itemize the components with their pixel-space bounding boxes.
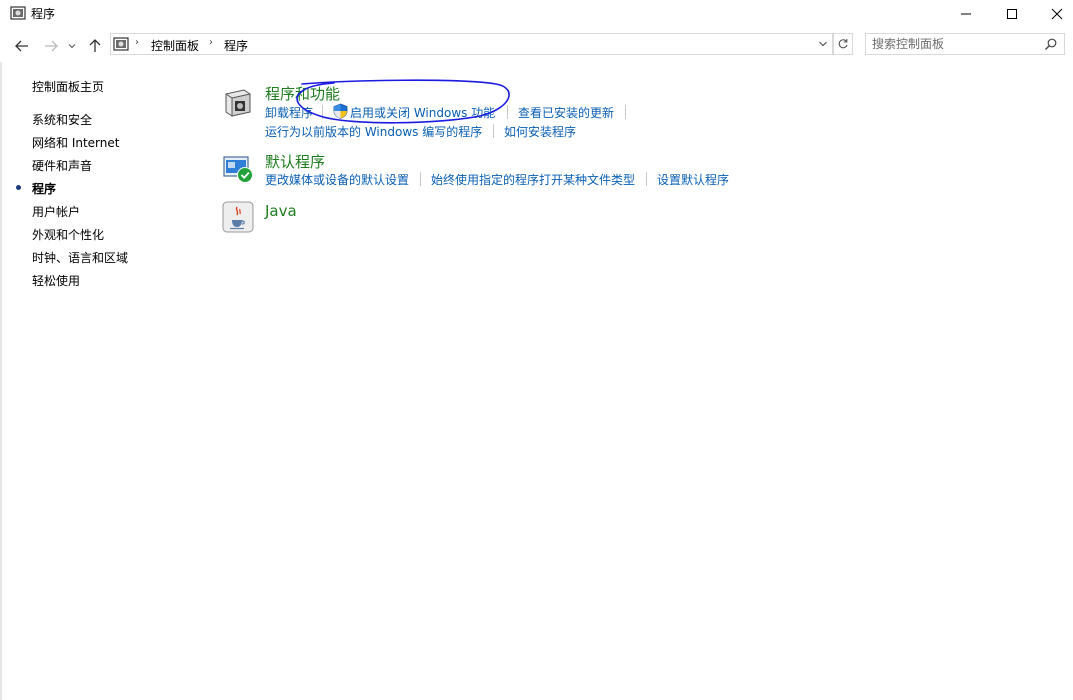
link-change-media-defaults[interactable]: 更改媒体或设备的默认设置 [265, 171, 409, 188]
minimize-button[interactable] [943, 0, 989, 28]
leftnav-item-appearance[interactable]: 外观和个性化 [32, 226, 104, 243]
forward-button[interactable] [42, 37, 60, 55]
breadcrumb-programs[interactable]: 程序 [224, 37, 248, 54]
breadcrumb-control-panel[interactable]: 控制面板 [151, 37, 199, 54]
chevron-down-icon [819, 41, 827, 47]
refresh-button[interactable] [833, 33, 853, 55]
leftnav-item-system-security[interactable]: 系统和安全 [32, 111, 92, 128]
java-icon[interactable] [222, 201, 254, 233]
chevron-right-icon[interactable]: › [135, 37, 139, 48]
link-view-installed-updates[interactable]: 查看已安装的更新 [518, 104, 614, 121]
search-box[interactable] [865, 33, 1065, 55]
programs-features-icon[interactable] [222, 86, 254, 118]
chevron-down-icon [68, 44, 76, 49]
control-panel-app-icon [10, 5, 26, 21]
back-button[interactable] [13, 37, 31, 55]
arrow-left-icon [15, 40, 28, 52]
title-bar: 程序 [0, 0, 1073, 28]
annotation-circle [296, 79, 510, 124]
maximize-button[interactable] [989, 0, 1035, 28]
search-icon[interactable] [1044, 37, 1058, 51]
recent-locations-button[interactable] [66, 37, 78, 55]
leftnav-item-control-panel-home[interactable]: 控制面板主页 [32, 78, 104, 95]
maximize-icon [1007, 9, 1017, 19]
chevron-right-icon[interactable]: › [209, 37, 213, 48]
leftnav-item-programs[interactable]: 程序 [32, 180, 56, 197]
category-title-java[interactable]: Java [265, 202, 297, 220]
leftnav-item-hardware-sound[interactable]: 硬件和声音 [32, 157, 92, 174]
address-bar[interactable]: › 控制面板 › 程序 [110, 33, 833, 55]
control-panel-icon [113, 36, 129, 52]
link-set-default-programs[interactable]: 设置默认程序 [657, 171, 729, 188]
up-button[interactable] [86, 37, 104, 55]
leftnav-item-ease-of-access[interactable]: 轻松使用 [32, 272, 80, 289]
close-button[interactable] [1034, 0, 1073, 28]
minimize-icon [961, 13, 971, 15]
arrow-right-icon [45, 40, 58, 52]
window-edge [0, 62, 2, 700]
current-item-indicator [16, 185, 21, 190]
default-programs-icon[interactable] [222, 154, 254, 186]
link-separator [625, 105, 626, 119]
leftnav-item-user-accounts[interactable]: 用户帐户 [32, 203, 80, 220]
search-input[interactable] [872, 36, 1032, 52]
link-separator [420, 172, 421, 186]
category-title-default-programs[interactable]: 默认程序 [265, 151, 325, 172]
window-title: 程序 [31, 7, 56, 21]
leftnav-item-network-internet[interactable]: 网络和 Internet [32, 134, 119, 151]
link-open-file-type-always[interactable]: 始终使用指定的程序打开某种文件类型 [431, 171, 635, 188]
refresh-icon [838, 39, 848, 49]
address-dropdown-button[interactable] [814, 34, 832, 54]
close-icon [1051, 8, 1063, 20]
arrow-up-icon [89, 39, 101, 52]
leftnav-item-clock-language-region[interactable]: 时钟、语言和区域 [32, 249, 128, 266]
link-separator [646, 172, 647, 186]
